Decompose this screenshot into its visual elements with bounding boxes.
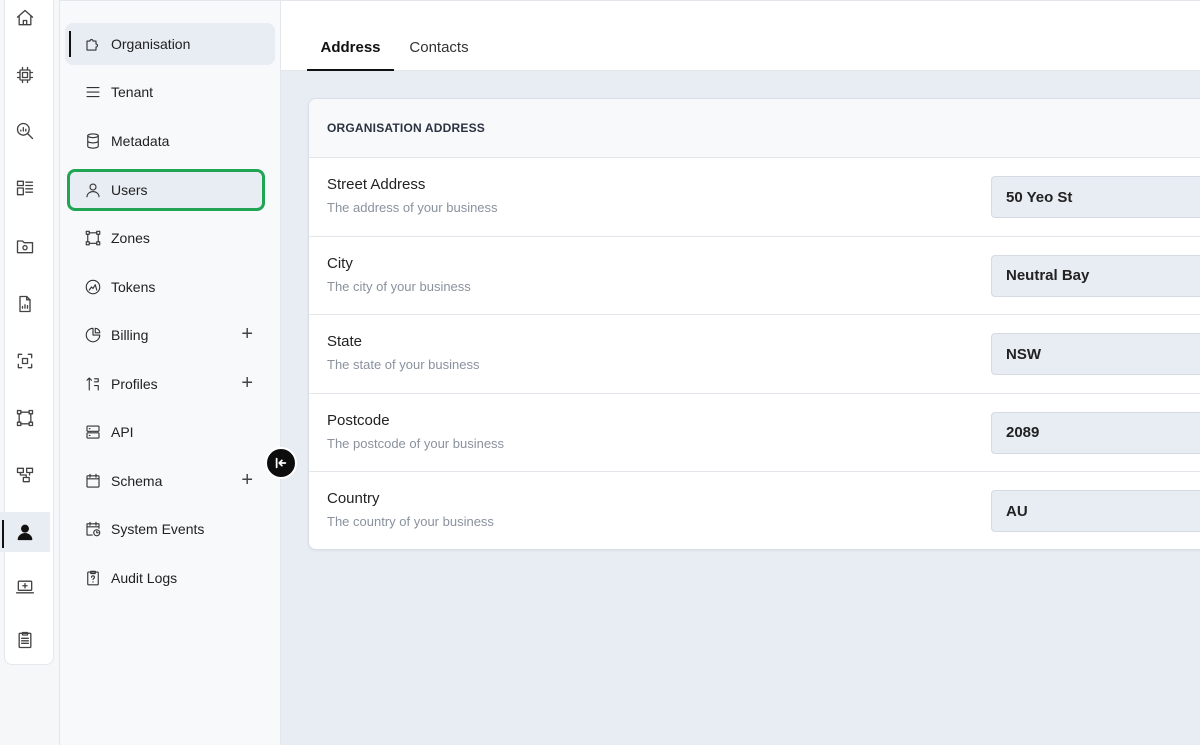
card-title: ORGANISATION ADDRESS xyxy=(309,99,1200,158)
row-label: State xyxy=(327,333,363,350)
expand-plus-icon[interactable]: + xyxy=(241,324,253,344)
token-icon xyxy=(84,278,102,296)
server-icon xyxy=(84,423,102,441)
sidebar-item-label: Profiles xyxy=(111,376,158,392)
sidebar-item-label: API xyxy=(111,424,134,440)
main-content: Address Contacts ORGANISATION ADDRESS St… xyxy=(281,0,1200,745)
calendar-clock-icon xyxy=(84,520,102,538)
file-chart-icon[interactable] xyxy=(0,284,50,324)
row-description: The postcode of your business xyxy=(327,435,505,451)
sidebar-item-audit-logs[interactable]: Audit Logs xyxy=(65,557,275,599)
postcode-field[interactable]: 2089 xyxy=(991,411,1200,454)
sidebar-item-api[interactable]: API xyxy=(65,411,275,453)
collapse-sidebar-button[interactable] xyxy=(265,447,297,479)
frame-icon[interactable] xyxy=(0,398,50,438)
organisation-address-card: ORGANISATION ADDRESS Street Address The … xyxy=(308,98,1200,550)
clipboard-question-icon xyxy=(84,569,102,587)
sidebar-item-label: Tokens xyxy=(111,279,156,295)
chip-icon[interactable] xyxy=(0,55,50,95)
dashboard-icon[interactable] xyxy=(0,168,50,208)
user-admin-icon[interactable] xyxy=(0,512,50,552)
tab-address[interactable]: Address xyxy=(307,29,394,71)
row-description: The country of your business xyxy=(327,514,494,529)
sort-icon xyxy=(84,375,102,393)
street-address-field[interactable]: 50 Yeo St xyxy=(991,176,1200,218)
expand-plus-icon[interactable]: + xyxy=(241,470,253,490)
sidebar-item-label: Organisation xyxy=(111,36,191,52)
address-row-state: State The state of your business NSW xyxy=(309,315,1200,394)
tab-contacts[interactable]: Contacts xyxy=(394,29,484,71)
pie-chart-icon xyxy=(84,326,102,344)
sidebar-item-label: Metadata xyxy=(111,133,170,149)
row-description: The city of your business xyxy=(327,278,471,294)
sidebar-item-label: Schema xyxy=(111,473,163,489)
database-icon xyxy=(84,132,102,150)
collapse-left-icon xyxy=(275,457,287,469)
search-chart-icon[interactable] xyxy=(0,111,50,151)
row-label: Postcode xyxy=(327,411,390,429)
sidebar-item-label: System Events xyxy=(111,521,205,537)
row-label: Street Address xyxy=(327,176,426,193)
sidebar-item-label: Tenant xyxy=(111,84,154,100)
row-description: The state of your business xyxy=(327,357,480,372)
sidebar-item-billing[interactable]: Billing + xyxy=(65,314,275,356)
sidebar-item-system-events[interactable]: System Events xyxy=(65,508,275,550)
sidebar-item-label: Billing xyxy=(111,327,149,343)
puzzle-icon xyxy=(84,35,102,53)
sidebar-item-users[interactable]: Users xyxy=(67,169,265,211)
row-label: Country xyxy=(327,490,380,507)
sidebar-item-label: Users xyxy=(111,182,148,198)
folder-settings-icon[interactable] xyxy=(0,226,50,266)
clipboard-list-icon[interactable] xyxy=(0,620,50,660)
sidebar-item-label: Audit Logs xyxy=(111,570,178,586)
expand-plus-icon[interactable]: + xyxy=(241,373,253,393)
address-row-postcode: Postcode The postcode of your business 2… xyxy=(309,394,1200,472)
sidebar-item-tokens[interactable]: Tokens xyxy=(65,266,275,308)
row-description: The address of your business xyxy=(327,200,498,215)
icon-rail-panel xyxy=(4,0,54,665)
row-label: City xyxy=(327,254,353,272)
icon-rail xyxy=(0,0,60,745)
home-icon[interactable] xyxy=(0,0,50,38)
settings-sidebar: Organisation Tenant Metadata Users Zones… xyxy=(60,0,281,745)
tab-bar: Address Contacts xyxy=(281,0,1200,71)
scan-icon[interactable] xyxy=(0,341,50,381)
state-field[interactable]: NSW xyxy=(991,333,1200,375)
city-field[interactable]: Neutral Bay xyxy=(991,254,1200,297)
lines-icon xyxy=(84,83,102,101)
sidebar-item-zones[interactable]: Zones xyxy=(65,217,275,259)
user-icon xyxy=(84,181,102,199)
sidebar-item-tenant[interactable]: Tenant xyxy=(65,71,275,113)
address-row-country: Country The country of your business AU xyxy=(309,472,1200,551)
address-row-street: Street Address The address of your busin… xyxy=(309,158,1200,237)
frame-corners-icon xyxy=(84,229,102,247)
calendar-icon xyxy=(84,472,102,490)
sidebar-item-schema[interactable]: Schema + xyxy=(65,460,275,502)
laptop-plus-icon[interactable] xyxy=(0,567,50,607)
country-field[interactable]: AU xyxy=(991,490,1200,532)
sidebar-item-metadata[interactable]: Metadata xyxy=(65,120,275,162)
address-row-city: City The city of your business Neutral B… xyxy=(309,237,1200,315)
sidebar-item-profiles[interactable]: Profiles + xyxy=(65,363,275,405)
hierarchy-icon[interactable] xyxy=(0,455,50,495)
sidebar-item-label: Zones xyxy=(111,230,150,246)
sidebar-item-organisation[interactable]: Organisation xyxy=(65,23,275,65)
